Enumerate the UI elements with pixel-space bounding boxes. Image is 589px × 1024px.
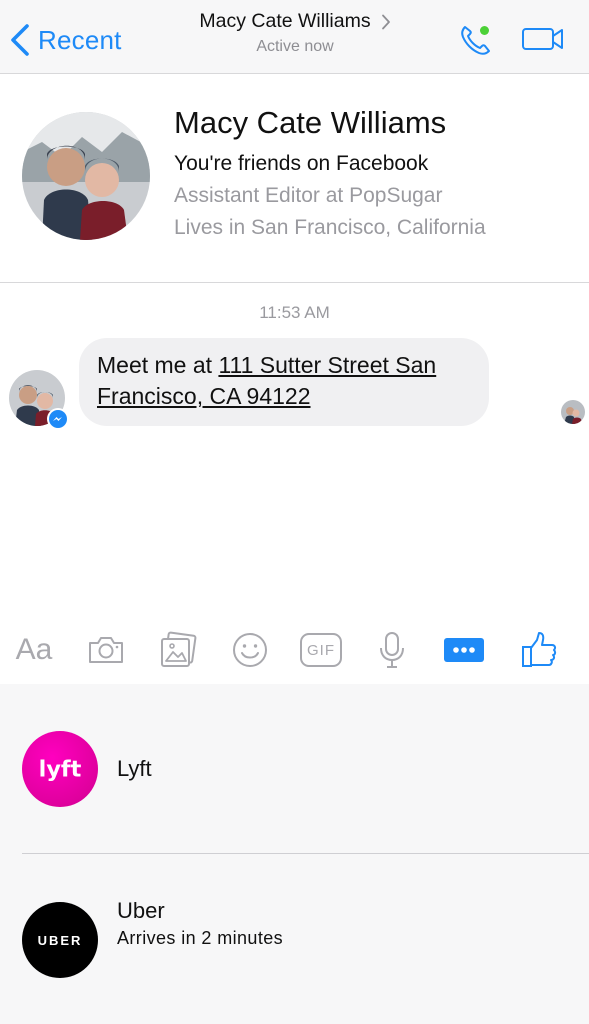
profile-name: Macy Cate Williams <box>174 105 447 140</box>
profile-job: Assistant Editor at PopSugar <box>174 184 443 207</box>
app-name-lyft: Lyft <box>117 756 152 781</box>
microphone-icon <box>380 632 404 668</box>
back-label: Recent <box>38 24 122 55</box>
voice-call-button[interactable] <box>456 20 496 60</box>
profile-photo[interactable] <box>22 112 150 240</box>
app-item-uber[interactable]: UBER Uber Arrives in 2 minutes <box>0 855 589 1024</box>
phone-icon <box>461 26 490 55</box>
gif-label: GIF <box>307 641 335 659</box>
text-input-button[interactable]: Aa <box>12 626 56 674</box>
chevron-right-icon <box>381 14 391 30</box>
svg-text:lyft: lyft <box>39 756 82 782</box>
divider <box>22 853 589 854</box>
more-icon <box>444 638 484 662</box>
emoji-button[interactable] <box>228 626 272 674</box>
read-receipt-avatar <box>561 400 585 424</box>
camera-icon <box>89 637 123 663</box>
composer-toolbar: Aa GIF <box>0 626 589 676</box>
message-timestamp: 11:53 AM <box>259 303 330 322</box>
message-bubble[interactable]: Meet me at 111 Sutter Street San Francis… <box>79 338 489 426</box>
camera-button[interactable] <box>84 626 128 674</box>
messenger-badge-icon <box>47 408 69 430</box>
contact-name: Macy Cate Williams <box>199 10 371 32</box>
emoji-icon <box>233 633 267 667</box>
app-item-lyft[interactable]: lyft Lyft <box>0 684 589 854</box>
voice-message-button[interactable] <box>372 626 412 674</box>
contact-profile: Macy Cate Williams You're friends on Fac… <box>0 75 589 283</box>
sender-avatar[interactable] <box>9 370 69 430</box>
back-button[interactable]: Recent <box>8 20 122 60</box>
uber-eta: Arrives in 2 minutes <box>117 928 284 948</box>
uber-logo-icon: UBER <box>22 902 98 978</box>
lyft-logo-icon: lyft <box>22 731 98 807</box>
profile-location: Lives in San Francisco, California <box>174 216 486 239</box>
like-icon <box>522 632 557 667</box>
conversation-title[interactable]: Macy Cate Williams Active now <box>150 10 440 56</box>
chevron-left-icon <box>11 24 29 56</box>
active-status: Active now <box>256 38 334 55</box>
gif-button[interactable]: GIF <box>298 626 344 674</box>
video-call-button[interactable] <box>520 24 566 54</box>
more-apps-button[interactable] <box>443 626 485 674</box>
photo-icon <box>161 631 197 667</box>
app-name-uber: Uber <box>117 898 165 923</box>
apps-drawer: lyft Lyft UBER Uber Arrives in 2 minutes <box>0 684 589 1024</box>
conversation-header: Recent Macy Cate Williams Active now <box>0 0 589 74</box>
friendship-status: You're friends on Facebook <box>174 152 429 175</box>
like-button[interactable] <box>518 626 560 674</box>
video-camera-icon <box>522 28 563 50</box>
message-text: Meet me at <box>97 352 219 378</box>
photo-gallery-button[interactable] <box>156 626 200 674</box>
online-indicator <box>480 26 489 35</box>
